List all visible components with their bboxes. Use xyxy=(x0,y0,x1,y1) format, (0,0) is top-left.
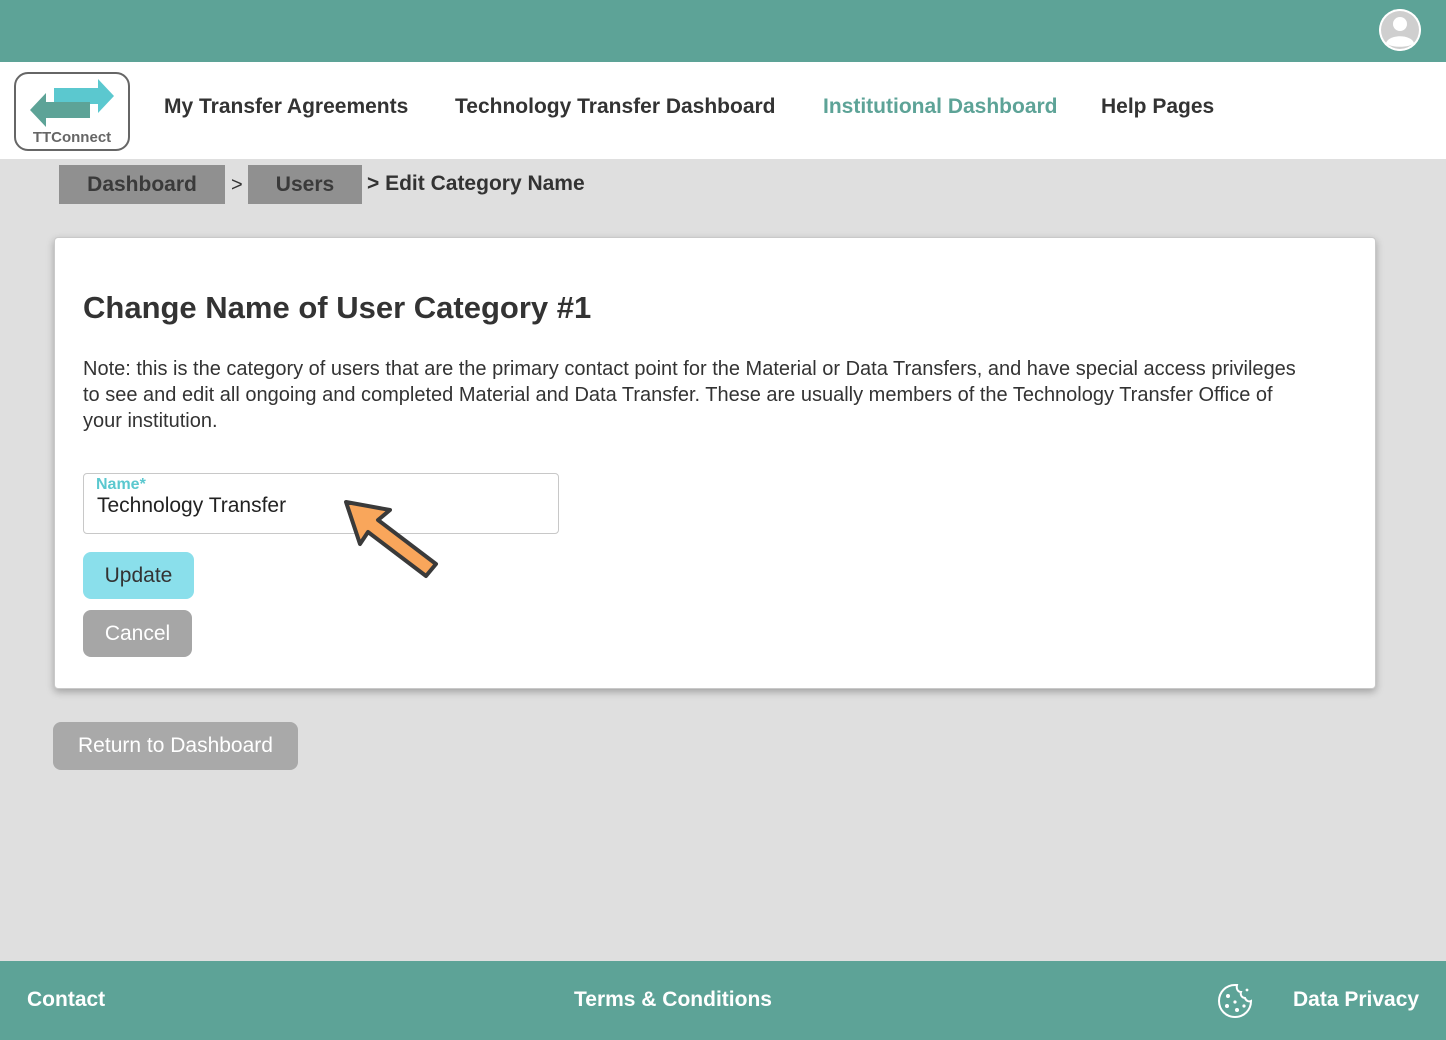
footer: Contact Terms & Conditions Data Privacy xyxy=(0,961,1446,1040)
footer-data-privacy-link[interactable]: Data Privacy xyxy=(1293,988,1419,1012)
nav-help-pages[interactable]: Help Pages xyxy=(1101,95,1214,119)
return-to-dashboard-button[interactable]: Return to Dashboard xyxy=(53,722,298,770)
cancel-button[interactable]: Cancel xyxy=(83,610,192,657)
nav-my-transfer-agreements[interactable]: My Transfer Agreements xyxy=(164,95,408,119)
edit-category-card: Change Name of User Category #1 Note: th… xyxy=(54,237,1376,689)
name-field[interactable]: Name* xyxy=(83,473,559,534)
name-input[interactable] xyxy=(97,494,547,518)
breadcrumb-dashboard[interactable]: Dashboard xyxy=(59,165,225,204)
nav-institutional-dashboard[interactable]: Institutional Dashboard xyxy=(823,95,1058,119)
footer-contact-link[interactable]: Contact xyxy=(27,988,105,1012)
top-bar xyxy=(0,0,1446,62)
cookie-icon[interactable] xyxy=(1216,982,1254,1020)
name-field-label: Name* xyxy=(96,476,146,493)
annotation-arrow-icon xyxy=(344,500,438,578)
category-note: Note: this is the category of users that… xyxy=(83,358,1296,432)
nav-technology-transfer-dashboard[interactable]: Technology Transfer Dashboard xyxy=(455,95,776,119)
breadcrumb-users[interactable]: Users xyxy=(248,165,362,204)
transfer-arrows-icon xyxy=(30,79,114,127)
logo-text: TTConnect xyxy=(32,129,112,146)
ttconnect-logo[interactable]: TTConnect xyxy=(14,72,130,151)
breadcrumb-separator: > xyxy=(231,174,243,196)
main-navbar: TTConnect My Transfer Agreements Technol… xyxy=(0,62,1446,159)
page-title: Change Name of User Category #1 xyxy=(83,290,592,325)
breadcrumb-current: > Edit Category Name xyxy=(367,172,585,195)
user-avatar-icon[interactable] xyxy=(1379,9,1421,51)
update-button[interactable]: Update xyxy=(83,552,194,599)
footer-terms-link[interactable]: Terms & Conditions xyxy=(574,988,772,1012)
